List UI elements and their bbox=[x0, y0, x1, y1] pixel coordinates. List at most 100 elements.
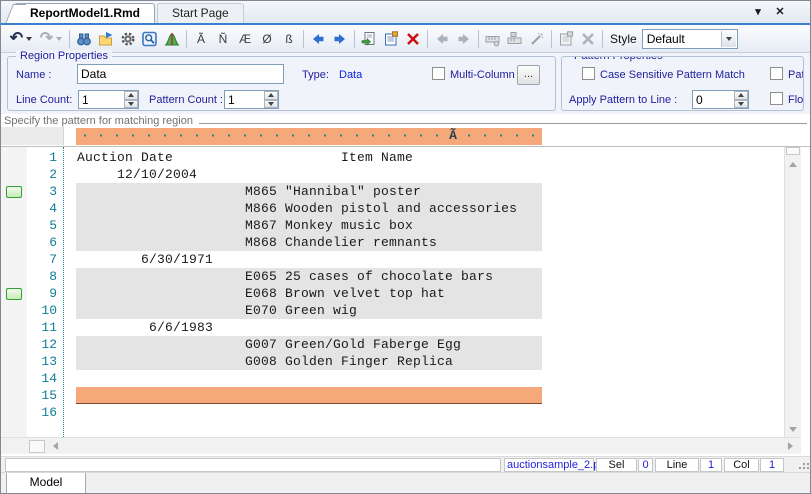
line-count-stepper[interactable] bbox=[78, 90, 139, 109]
multi-column-checkbox[interactable] bbox=[432, 67, 445, 80]
report-row[interactable]: 6 M868 Chandelier remnants bbox=[1, 234, 792, 251]
row-text[interactable]: E070 Green wig bbox=[76, 302, 357, 319]
delete-region-button[interactable] bbox=[402, 28, 424, 50]
report-row[interactable]: 4 M866 Wooden pistol and accessories bbox=[1, 200, 792, 217]
hscroll-splitter-box[interactable] bbox=[29, 440, 45, 453]
row-text[interactable]: E068 Brown velvet top hat bbox=[76, 285, 445, 302]
report-lines: 1Auction Date Item Name 2 12/10/2004 3 M… bbox=[1, 149, 792, 421]
report-row[interactable]: 11 6/6/1983 bbox=[1, 319, 792, 336]
row-text[interactable]: M868 Chandelier remnants bbox=[76, 234, 437, 251]
report-row[interactable]: 2 12/10/2004 bbox=[1, 166, 792, 183]
row-text[interactable]: E065 25 cases of chocolate bars bbox=[76, 268, 493, 285]
report-row[interactable]: 7 6/30/1971 bbox=[1, 251, 792, 268]
document-tab-strip: ReportModel1.Rmd Start Page ▾ ✕ bbox=[1, 1, 810, 23]
line-number: 14 bbox=[1, 370, 57, 387]
style-combobox[interactable]: Default bbox=[642, 29, 738, 49]
row-text[interactable]: M866 Wooden pistol and accessories bbox=[76, 200, 517, 217]
report-row[interactable]: 9 E068 Brown velvet top hat bbox=[1, 285, 792, 302]
tab-model[interactable]: Model bbox=[6, 473, 86, 494]
line-count-up-icon[interactable] bbox=[124, 91, 138, 100]
new-region-button[interactable] bbox=[358, 28, 380, 50]
report-row[interactable]: 12 G007 Green/Gold Faberge Egg bbox=[1, 336, 792, 353]
floating-checkbox-clipped[interactable] bbox=[770, 92, 783, 105]
char-ae: Æ bbox=[235, 32, 255, 46]
trap-o-slash-button[interactable]: Ø bbox=[256, 28, 278, 50]
undo-icon: ↶ bbox=[10, 31, 23, 47]
report-row[interactable]: 3 M865 "Hannibal" poster bbox=[1, 183, 792, 200]
apply-pattern-up-icon[interactable] bbox=[734, 91, 748, 100]
tab-list-menu-icon[interactable]: ▾ bbox=[750, 4, 766, 20]
tab-start-page[interactable]: Start Page bbox=[157, 3, 244, 23]
horizontal-scrollbar[interactable] bbox=[1, 437, 801, 454]
scroll-down-icon[interactable] bbox=[785, 421, 801, 437]
main-toolbar: ↶ ↷ bbox=[1, 25, 810, 53]
pattern-count-down-icon[interactable] bbox=[264, 100, 278, 109]
pattern-checkbox-clipped[interactable] bbox=[770, 67, 783, 80]
forward-button[interactable] bbox=[329, 28, 351, 50]
scroll-left-icon[interactable] bbox=[47, 438, 64, 454]
apply-pattern-down-icon[interactable] bbox=[734, 100, 748, 109]
row-text[interactable]: 12/10/2004 bbox=[76, 166, 197, 183]
report-row[interactable]: 15 bbox=[1, 387, 792, 404]
report-row[interactable]: 1Auction Date Item Name bbox=[1, 149, 792, 166]
move-to-folder-button[interactable] bbox=[95, 28, 117, 50]
row-text[interactable]: M867 Monkey music box bbox=[76, 217, 413, 234]
floating-checkbox-label-clipped: Floa bbox=[788, 94, 804, 106]
trap-sharp-s-button[interactable]: ß bbox=[278, 28, 300, 50]
row-text[interactable]: G007 Green/Gold Faberge Egg bbox=[76, 336, 461, 353]
tab-close-icon[interactable]: ✕ bbox=[772, 4, 788, 20]
pattern-count-input[interactable] bbox=[225, 91, 263, 108]
combobox-dropdown-icon[interactable] bbox=[721, 31, 736, 47]
trap-marker-line-3[interactable] bbox=[6, 186, 22, 198]
report-view[interactable]: 1Auction Date Item Name 2 12/10/2004 3 M… bbox=[1, 147, 810, 437]
apply-pattern-stepper[interactable] bbox=[692, 90, 749, 109]
region-properties-button[interactable] bbox=[380, 28, 402, 50]
case-sensitive-checkbox[interactable] bbox=[582, 67, 595, 80]
name-input[interactable] bbox=[78, 65, 283, 83]
row-text[interactable]: 6/30/1971 bbox=[76, 251, 213, 268]
pattern-trap-strip[interactable]: · · · · · · · · · · · · · · · · · · · · … bbox=[76, 128, 542, 145]
row-text[interactable]: Auction Date Item Name bbox=[76, 149, 413, 166]
resize-grip-icon[interactable] bbox=[803, 463, 805, 465]
report-row[interactable]: 5 M867 Monkey music box bbox=[1, 217, 792, 234]
document-properties-gray-icon bbox=[558, 31, 574, 47]
redo-button[interactable]: ↷ bbox=[36, 28, 66, 50]
report-row[interactable]: 16 bbox=[1, 404, 792, 421]
name-field[interactable] bbox=[77, 64, 284, 84]
apply-pattern-input[interactable] bbox=[693, 91, 733, 108]
type-value-link[interactable]: Data bbox=[339, 69, 362, 81]
undo-button[interactable]: ↶ bbox=[6, 28, 36, 50]
trap-ae-button[interactable]: Æ bbox=[234, 28, 256, 50]
pattern-properties-title: Pattern Properties bbox=[570, 56, 667, 62]
pattern-properties-group: Pattern Properties Case Sensitive Patter… bbox=[561, 56, 804, 111]
status-col-value: 1 bbox=[760, 458, 784, 472]
row-text[interactable]: M865 "Hannibal" poster bbox=[76, 183, 421, 200]
tab-reportmodel[interactable]: ReportModel1.Rmd bbox=[15, 3, 155, 23]
statistics-button[interactable] bbox=[161, 28, 183, 50]
find-button[interactable] bbox=[73, 28, 95, 50]
pattern-count-stepper[interactable] bbox=[224, 90, 279, 109]
vertical-scrollbar[interactable] bbox=[784, 147, 801, 437]
line-count-down-icon[interactable] bbox=[124, 100, 138, 109]
report-row[interactable]: 13 G008 Golden Finger Replica bbox=[1, 353, 792, 370]
line-count-input[interactable] bbox=[79, 91, 123, 108]
report-row[interactable]: 14 bbox=[1, 370, 792, 387]
settings-button[interactable] bbox=[117, 28, 139, 50]
preview-button[interactable] bbox=[139, 28, 161, 50]
multi-column-ellipsis-button[interactable]: ... bbox=[517, 65, 540, 85]
report-row[interactable]: 8 E065 25 cases of chocolate bars bbox=[1, 268, 792, 285]
row-text[interactable]: G008 Golden Finger Replica bbox=[76, 353, 453, 370]
line-number: 10 bbox=[1, 302, 57, 319]
scrollbar-splitter-box[interactable] bbox=[786, 147, 800, 155]
row-highlight bbox=[76, 387, 542, 404]
trap-alpha-button[interactable]: Ã bbox=[190, 28, 212, 50]
back-button[interactable] bbox=[307, 28, 329, 50]
scroll-up-icon[interactable] bbox=[785, 156, 801, 172]
trap-nonblank-button[interactable]: Ñ bbox=[212, 28, 234, 50]
trap-marker-line-9[interactable] bbox=[6, 288, 22, 300]
row-text[interactable]: 6/6/1983 bbox=[76, 319, 213, 336]
pattern-dots-before: · · · · · · · · · · · · · · · · · · · · … bbox=[81, 128, 449, 143]
report-row[interactable]: 10 E070 Green wig bbox=[1, 302, 792, 319]
scroll-right-icon[interactable] bbox=[782, 438, 799, 454]
pattern-count-up-icon[interactable] bbox=[264, 91, 278, 100]
